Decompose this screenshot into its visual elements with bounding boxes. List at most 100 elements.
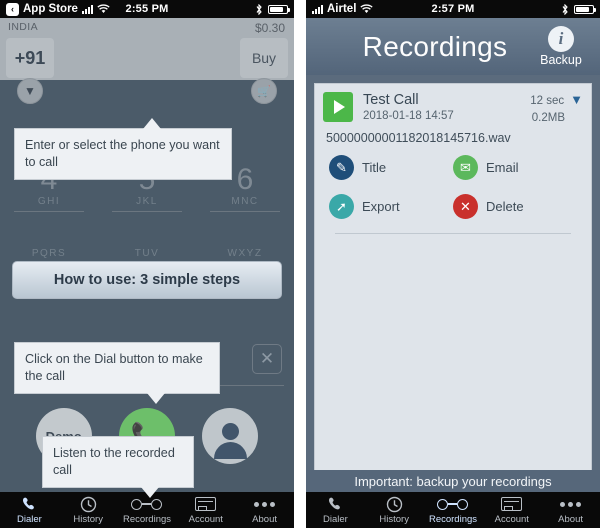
status-bar-time: 2:57 PM xyxy=(431,3,475,15)
tab-recordings[interactable]: Recordings xyxy=(118,496,177,525)
clock-icon xyxy=(59,496,118,513)
tab-about[interactable]: About xyxy=(235,496,294,525)
right-status-bar: Airtel 2:57 PM xyxy=(306,0,600,18)
tab-label: Recordings xyxy=(428,513,478,525)
close-x-icon: ✕ xyxy=(453,194,478,219)
rate-label: $0.30 xyxy=(254,21,285,35)
tab-label: Recordings xyxy=(122,513,172,525)
action-row-1: ✎ Title ✉ Email xyxy=(329,155,577,180)
recording-actions: ✎ Title ✉ Email ➚ Export ✕ Delete xyxy=(315,145,591,234)
avatar xyxy=(213,422,247,459)
key-letters: JKL xyxy=(136,196,158,207)
recording-duration: 12 sec xyxy=(530,95,565,107)
battery-icon xyxy=(268,4,290,14)
tab-recordings[interactable]: Recordings xyxy=(424,496,483,525)
chevron-down-icon[interactable]: ▼ xyxy=(570,92,583,107)
tab-dialer[interactable]: Dialer xyxy=(306,496,365,525)
recording-meta: Test Call 2018-01-18 14:57 xyxy=(363,92,530,124)
left-phone-screen: ‹ App Store 2:55 PM INDIA $0.30 +91 Buy … xyxy=(0,0,294,528)
tab-label: About xyxy=(558,513,583,525)
buy-button[interactable]: Buy xyxy=(240,38,288,78)
action-label: Title xyxy=(362,160,387,175)
share-icon: ➚ xyxy=(329,194,354,219)
tab-account[interactable]: Account xyxy=(482,496,541,525)
tab-label: Account xyxy=(494,513,529,525)
tab-label: History xyxy=(73,513,103,525)
key-letters: GHI xyxy=(37,196,61,207)
key-letters: MNC xyxy=(231,196,259,207)
key-underline xyxy=(210,211,280,212)
battery-icon xyxy=(574,4,596,14)
key-underline xyxy=(14,211,84,212)
recording-row[interactable]: Test Call 2018-01-18 14:57 12 sec ▼ 0.2MB xyxy=(315,84,591,124)
tab-label: Account xyxy=(188,513,223,525)
country-label: INDIA xyxy=(8,21,39,33)
tooltip-listen-recording: Listen to the recorded call xyxy=(42,436,194,498)
tab-dialer[interactable]: Dialer xyxy=(0,496,59,525)
edit-icon: ✎ xyxy=(329,155,354,180)
backspace-close-icon[interactable]: ✕ xyxy=(252,344,282,374)
key-letters: TUV xyxy=(134,248,160,259)
tab-label: About xyxy=(252,513,277,525)
credit-card-icon xyxy=(176,496,235,513)
delete-action[interactable]: ✕ Delete xyxy=(453,194,577,219)
backup-button[interactable]: i Backup xyxy=(532,26,590,67)
right-tab-bar: Dialer History Recordings Account About xyxy=(306,492,600,528)
screen-separator xyxy=(294,0,306,528)
recording-size: 0.2MB xyxy=(531,112,565,124)
page-title: Recordings xyxy=(362,30,508,62)
tab-about[interactable]: About xyxy=(541,496,600,525)
how-to-use-button[interactable]: How to use: 3 simple steps xyxy=(12,261,282,299)
recordings-screen-body: Recordings i Backup Test Call 2018-01-18… xyxy=(306,18,600,528)
left-status-bar: ‹ App Store 2:55 PM xyxy=(0,0,294,18)
action-label: Delete xyxy=(486,199,524,214)
tab-history[interactable]: History xyxy=(59,496,118,525)
ellipsis-icon xyxy=(541,496,600,513)
recording-date: 2018-01-18 14:57 xyxy=(363,110,454,122)
clock-icon xyxy=(365,496,424,513)
recording-filename: 50000000001182018145716.wav xyxy=(326,131,511,145)
shopping-cart-icon[interactable]: 🛒 xyxy=(251,78,277,104)
footer-note: Important: backup your recordings xyxy=(306,470,600,492)
phone-icon xyxy=(306,496,365,513)
tab-label: History xyxy=(379,513,409,525)
status-bar-time: 2:55 PM xyxy=(125,3,169,15)
country-code-selector[interactable]: +91 xyxy=(6,38,54,78)
avatar-body xyxy=(213,441,247,459)
credit-card-icon xyxy=(482,496,541,513)
email-action[interactable]: ✉ Email xyxy=(453,155,577,180)
right-phone-screen: Airtel 2:57 PM Recordings i Backup Test … xyxy=(306,0,600,528)
key-letters: WXYZ xyxy=(227,248,263,259)
title-action[interactable]: ✎ Title xyxy=(329,155,453,180)
chevron-down-icon[interactable]: ▼ xyxy=(17,78,43,104)
tooltip-enter-phone: Enter or select the phone you want to ca… xyxy=(14,118,232,180)
action-label: Email xyxy=(486,160,519,175)
action-label: Export xyxy=(362,199,400,214)
recordings-header: Recordings i Backup xyxy=(306,18,600,75)
recording-stats: 12 sec ▼ 0.2MB xyxy=(530,92,583,124)
key-underline xyxy=(112,211,182,212)
backup-label: Backup xyxy=(540,53,582,67)
avatar-head xyxy=(221,422,239,440)
dialer-screen-body: INDIA $0.30 +91 Buy ▼ 🛒 4 GHI 5 JKL xyxy=(0,18,294,528)
tooltip-dial-button: Click on the Dial button to make the cal… xyxy=(14,342,220,404)
divider xyxy=(335,233,571,234)
action-row-2: ➚ Export ✕ Delete xyxy=(329,194,577,219)
tape-icon xyxy=(118,496,177,513)
export-action[interactable]: ➚ Export xyxy=(329,194,453,219)
tab-history[interactable]: History xyxy=(365,496,424,525)
tape-icon xyxy=(424,496,483,513)
ellipsis-icon xyxy=(235,496,294,513)
key-letters: PQRS xyxy=(31,248,67,259)
country-and-balance-bar: INDIA $0.30 +91 Buy xyxy=(0,18,294,80)
dual-screenshot-container: ‹ App Store 2:55 PM INDIA $0.30 +91 Buy … xyxy=(0,0,600,528)
play-icon[interactable] xyxy=(323,92,353,122)
recording-name: Test Call xyxy=(363,92,419,108)
tab-account[interactable]: Account xyxy=(176,496,235,525)
info-circle-icon: i xyxy=(548,26,574,52)
phone-icon xyxy=(0,496,59,513)
envelope-icon: ✉ xyxy=(453,155,478,180)
tab-label: Dialer xyxy=(16,513,42,525)
contacts-avatar-icon[interactable] xyxy=(202,408,259,464)
recording-card: Test Call 2018-01-18 14:57 12 sec ▼ 0.2MB… xyxy=(314,83,592,480)
